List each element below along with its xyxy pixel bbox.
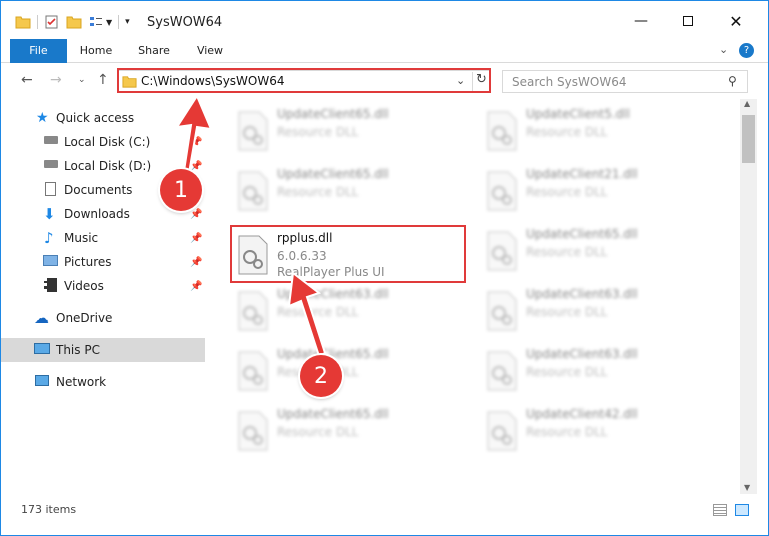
- annotation-arrows: [174, 93, 327, 358]
- explorer-window: ▼ ▾ SysWOW64 — ✕ File Home Share View ⌄ …: [0, 0, 769, 536]
- arrow-2: [287, 271, 327, 358]
- step-badge-2: 2: [300, 355, 342, 397]
- arrow-1: [174, 93, 213, 175]
- step-badge-1: 1: [160, 169, 202, 211]
